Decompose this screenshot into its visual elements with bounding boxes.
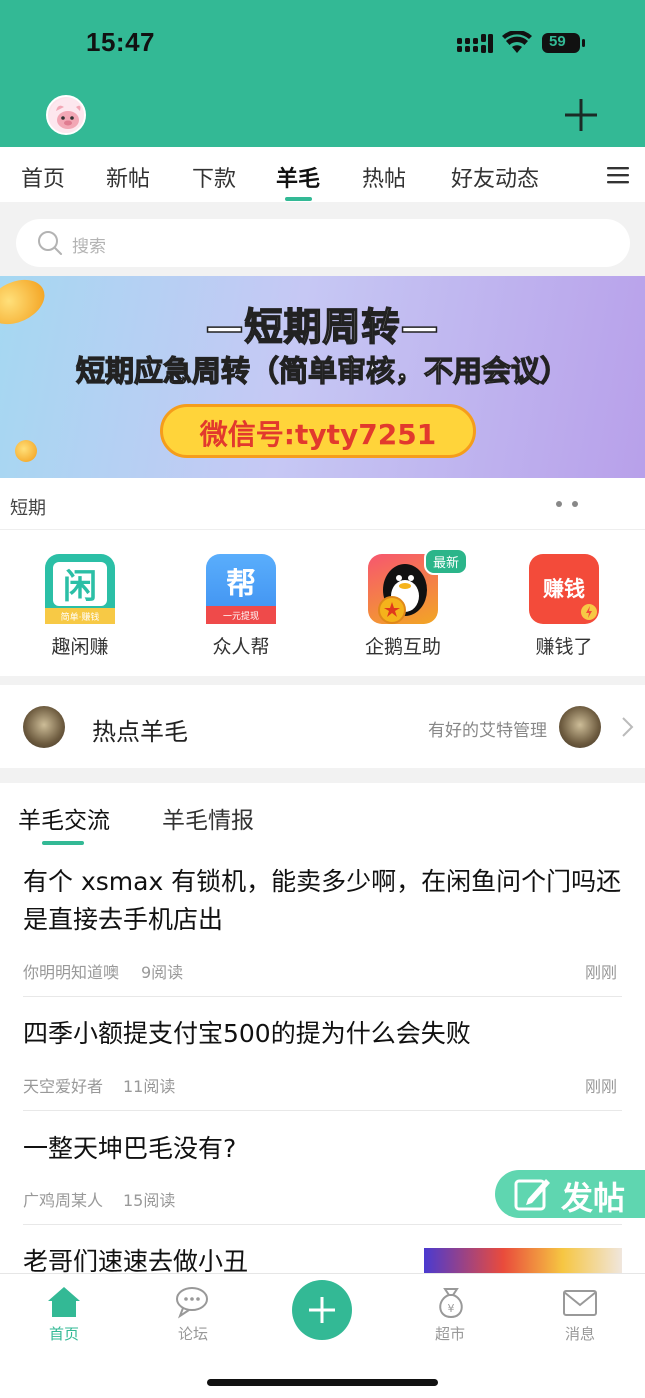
tab-friends[interactable]: 好友动态 [451,161,539,193]
zhuanqian-app-icon[interactable]: 赚钱 [529,554,599,624]
post-reads: 11阅读 [123,1077,176,1096]
home-icon[interactable] [46,1285,82,1319]
nav-home-label[interactable]: 首页 [24,1323,104,1344]
post-author: 广鸡周某人 [23,1191,104,1210]
section-label: 短期 [10,498,46,519]
feed-tab-intel[interactable]: 羊毛情报 [162,801,254,835]
divider [23,1110,622,1111]
feed-tab-exchange[interactable]: 羊毛交流 [18,801,110,835]
hot-wool-row[interactable]: 热点羊毛 有好的艾特管理 [0,685,645,768]
menu-icon[interactable] [607,166,629,184]
svg-text:闲: 闲 [63,567,97,607]
nav-market-label[interactable]: 超市 [410,1323,490,1344]
app-label-zhongrenbang[interactable]: 众人帮 [181,632,301,659]
coin-decoration-small [15,440,37,462]
home-indicator [207,1379,438,1386]
search-input[interactable]: 搜索 [72,232,106,257]
manager-avatar[interactable] [559,706,601,748]
bang-app-icon[interactable]: 帮 一元提现 [206,554,276,624]
app-label-quxianzhuan[interactable]: 趣闲赚 [20,632,140,659]
wifi-icon [502,31,532,53]
post-title[interactable]: 四季小额提支付宝500的提为什么会失败 [23,1015,628,1053]
post-author: 天空爱好者 [23,1077,104,1096]
app-label-penguin-mutual[interactable]: 企鹅互助 [343,632,463,659]
edit-icon[interactable] [514,1175,552,1213]
post-time: 刚刚 [585,963,618,982]
category-tabs: 首页 新帖 下款 羊毛 热帖 好友动态 [0,147,645,202]
svg-text:简单·赚钱: 简单·赚钱 [61,611,100,623]
tab-home[interactable]: 首页 [21,161,65,193]
search-bar[interactable] [16,219,630,267]
tab-wool[interactable]: 羊毛 [276,161,320,193]
post-reads: 15阅读 [123,1191,176,1210]
plus-icon [309,1297,335,1323]
post-thumbnail[interactable] [424,1248,622,1273]
message-icon[interactable] [562,1285,598,1319]
hot-manager-text: 有好的艾特管理 [428,721,547,741]
tab-loans[interactable]: 下款 [192,161,236,193]
forum-icon[interactable] [175,1285,211,1319]
post-reads: 9阅读 [141,963,184,982]
compose-post-label[interactable]: 发帖 [561,1173,625,1219]
post-title[interactable]: 有个 xsmax 有锁机，能卖多少啊，在闲鱼问个门吗还是直接去手机店出 [23,863,628,939]
battery-level: 59 [549,33,566,50]
avatar[interactable] [46,95,86,135]
signal-icon [457,34,493,53]
hot-admin-avatar [23,706,65,748]
divider [23,996,622,997]
post-time: 刚刚 [585,1077,618,1096]
post-title[interactable]: 老哥们速速去做小丑 [23,1243,403,1273]
promo-banner[interactable]: —短期周转— 短期应急周转（简单审核，不用会议） 微信号:tyty7251 [0,276,645,478]
search-icon [38,231,62,255]
banner-title: —短期周转— [205,304,440,350]
svg-text:帮: 帮 [226,567,256,602]
app-grid: 闲 简单·赚钱 趣闲赚 帮 一元提现 众人帮 最新 企鹅互助 赚钱 赚钱了 [0,530,645,676]
top-bar [0,0,645,147]
xian-app-icon[interactable]: 闲 简单·赚钱 [45,554,115,624]
pager-dots-icon [556,501,578,507]
section-header: 短期 [0,478,645,530]
post-title[interactable]: 一整天坤巴毛没有? [23,1130,628,1168]
active-tab-indicator [285,197,312,201]
tab-hot[interactable]: 热帖 [362,161,406,193]
market-icon[interactable]: ¥ [433,1285,469,1319]
svg-text:一元提现: 一元提现 [223,611,259,622]
banner-wechat-id: 微信号:tyty7251 [199,418,437,451]
hot-title: 热点羊毛 [92,718,188,746]
nav-forum-label[interactable]: 论坛 [153,1323,233,1344]
app-label-zhuanqianle[interactable]: 赚钱了 [504,632,624,659]
battery-icon: 59 [541,32,587,54]
status-time: 15:47 [86,27,155,57]
banner-subtitle: 短期应急周转（简单审核，不用会议） [75,353,569,388]
center-add-button[interactable] [292,1280,352,1340]
feed-tab-indicator [42,841,84,845]
nav-message-label[interactable]: 消息 [540,1323,620,1344]
post-author: 你明明知道噢 [23,963,120,982]
tab-new-posts[interactable]: 新帖 [106,161,150,193]
svg-text:¥: ¥ [448,1302,455,1315]
app-screen: 15:47 59 首页 新帖 下款 羊毛 热帖 好友动态 搜索 —短期周转— 短… [0,0,645,1398]
add-icon[interactable] [563,97,599,133]
chevron-right-icon [622,717,634,737]
divider [23,1224,622,1225]
new-badge: 最新 [424,548,469,575]
svg-text:赚钱: 赚钱 [543,577,585,601]
